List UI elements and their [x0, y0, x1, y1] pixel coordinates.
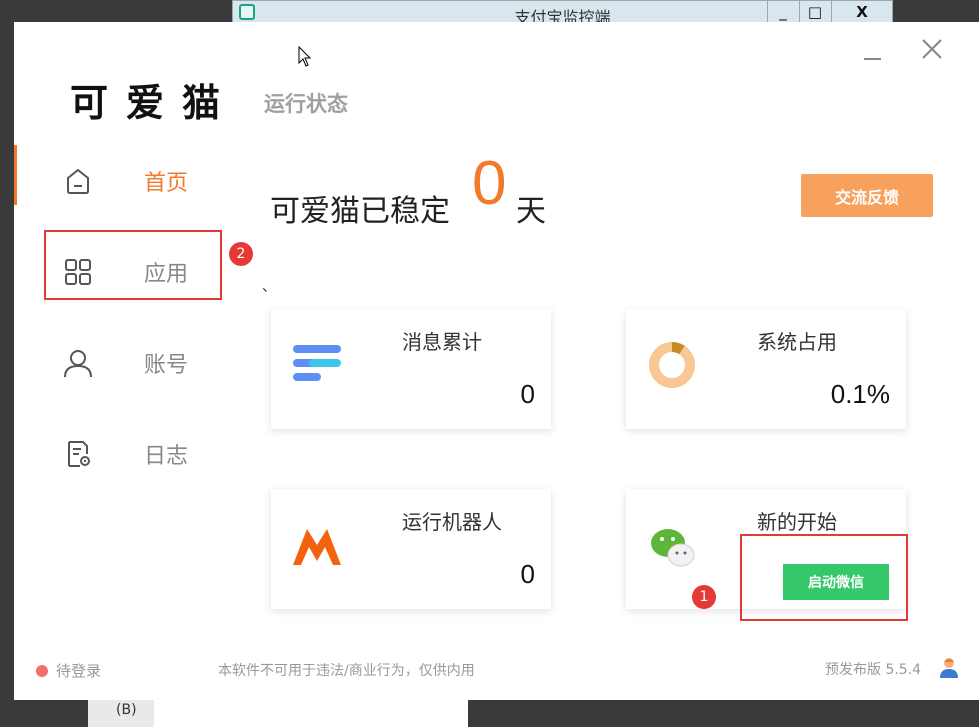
user-icon: [64, 350, 92, 378]
bg-minimize-button[interactable]: _: [767, 1, 798, 23]
sidebar-item-label: 账号: [144, 353, 189, 378]
close-icon[interactable]: [919, 36, 945, 62]
bg-close-button[interactable]: X: [831, 1, 892, 23]
card-title: 消息累计: [402, 330, 482, 354]
status-text: 待登录: [56, 662, 102, 680]
card-title: 系统占用: [757, 330, 837, 354]
home-icon: [67, 169, 89, 194]
uptime-prefix: 可爱猫已稳定: [270, 194, 450, 229]
disclaimer-text: 本软件不可用于违法/商业行为，仅供内用: [218, 663, 475, 679]
card-title: 运行机器人: [402, 510, 502, 534]
annotation-box-1: [740, 534, 908, 621]
sidebar-item-account[interactable]: 账号: [14, 331, 224, 395]
card-value: 0: [520, 379, 535, 409]
card-value: 0: [520, 559, 535, 589]
app-logo: 可爱猫: [70, 80, 239, 125]
annotation-badge-1: 1: [692, 585, 716, 609]
uptime-days: 0: [472, 149, 507, 218]
version-label: 预发布版 5.5.4: [825, 662, 922, 678]
card-value: 0.1%: [830, 379, 890, 409]
avatar[interactable]: [938, 656, 960, 678]
bg-fragment-label: (B): [116, 702, 137, 718]
annotation-badge-2: 2: [229, 242, 253, 266]
sidebar-item-log[interactable]: 日志: [14, 422, 224, 486]
background-window-titlebar[interactable]: 支付宝监控端 _ □ X: [232, 0, 893, 27]
donut-chart-icon: [649, 341, 695, 388]
uptime-suffix: 天: [516, 194, 546, 229]
sidebar-item-label: 首页: [144, 171, 189, 196]
sidebar-item-label: 日志: [144, 444, 189, 469]
annotation-box-2: [44, 230, 222, 300]
feedback-button[interactable]: 交流反馈: [801, 174, 933, 217]
card-message-total: 消息累计 0: [271, 309, 551, 429]
log-settings-icon: [68, 441, 90, 467]
card-running-robots: 运行机器人 0: [271, 489, 551, 609]
card-system-usage: 系统占用 0.1%: [626, 309, 906, 429]
robot-logo-icon: [293, 529, 341, 565]
sidebar-item-home[interactable]: 首页: [14, 145, 224, 213]
background-window-fragment-left: (B): [88, 700, 154, 727]
message-lines-icon: [293, 345, 341, 381]
bg-maximize-button[interactable]: □: [799, 1, 830, 23]
minimize-button[interactable]: [862, 46, 882, 66]
mouse-cursor-icon: [298, 46, 312, 67]
page-title: 运行状态: [264, 92, 348, 116]
wechat-icon: [651, 529, 695, 567]
main-window: 可爱猫 运行状态 首页 应用 账号 日志 2 可爱猫已稳定 0 天 、 交流反馈…: [14, 22, 979, 700]
status-dot: [36, 665, 48, 677]
card-title: 新的开始: [757, 510, 837, 534]
stray-mark: 、: [262, 279, 276, 295]
